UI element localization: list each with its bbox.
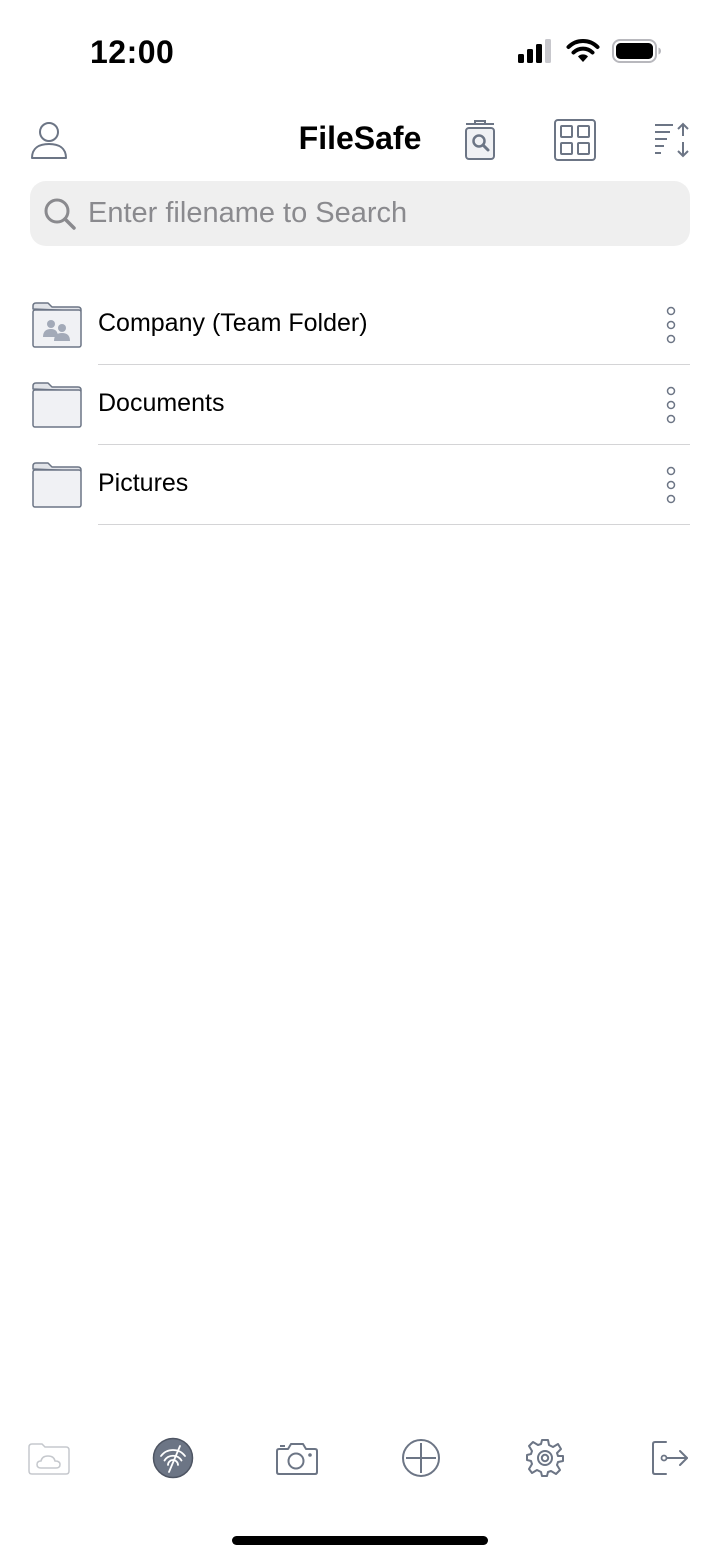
add-button[interactable] <box>399 1436 443 1480</box>
bottom-toolbar <box>0 1430 720 1486</box>
more-vertical-icon <box>666 386 676 424</box>
status-icons <box>518 38 662 64</box>
grid-view-button[interactable] <box>550 115 600 165</box>
more-options-button[interactable] <box>656 383 686 427</box>
cloud-folder-button[interactable] <box>27 1436 71 1480</box>
cellular-signal-icon <box>518 39 551 63</box>
more-options-button[interactable] <box>656 303 686 347</box>
list-item[interactable]: Pictures <box>0 445 720 525</box>
folder-icon <box>32 462 82 508</box>
file-name: Pictures <box>98 469 189 497</box>
file-list: Company (Team Folder) Documents Pictures <box>0 285 720 525</box>
home-indicator[interactable] <box>232 1536 488 1545</box>
sort-icon <box>655 122 689 158</box>
logout-icon <box>652 1441 688 1475</box>
wifi-transfer-icon <box>152 1437 194 1479</box>
row-divider <box>98 524 690 525</box>
file-name: Company (Team Folder) <box>98 309 368 337</box>
trash-search-icon <box>465 120 495 160</box>
add-circle-icon <box>402 1439 440 1477</box>
camera-icon <box>276 1443 318 1475</box>
page-title: FileSafe <box>298 120 422 156</box>
trash-search-button[interactable] <box>455 115 505 165</box>
list-item[interactable]: Documents <box>0 365 720 445</box>
settings-gear-icon <box>526 1439 564 1477</box>
camera-button[interactable] <box>275 1436 319 1480</box>
app-header: FileSafe <box>0 110 720 170</box>
logout-button[interactable] <box>648 1436 692 1480</box>
sort-button[interactable] <box>647 115 697 165</box>
grid-view-icon <box>554 119 596 161</box>
folder-icon <box>32 382 82 428</box>
cloud-folder-icon <box>28 1443 70 1475</box>
status-bar: 12:00 <box>0 0 720 100</box>
wifi-transfer-button[interactable] <box>151 1436 195 1480</box>
more-vertical-icon <box>666 306 676 344</box>
more-vertical-icon <box>666 466 676 504</box>
search-input[interactable] <box>86 196 670 231</box>
team-folder-icon <box>32 302 82 348</box>
search-bar <box>30 181 690 246</box>
battery-icon <box>612 39 661 63</box>
more-options-button[interactable] <box>656 463 686 507</box>
search-icon <box>42 196 78 232</box>
status-time: 12:00 <box>90 34 175 70</box>
wifi-icon <box>566 39 600 62</box>
file-name: Documents <box>98 389 225 417</box>
list-item[interactable]: Company (Team Folder) <box>0 285 720 365</box>
settings-button[interactable] <box>523 1436 567 1480</box>
